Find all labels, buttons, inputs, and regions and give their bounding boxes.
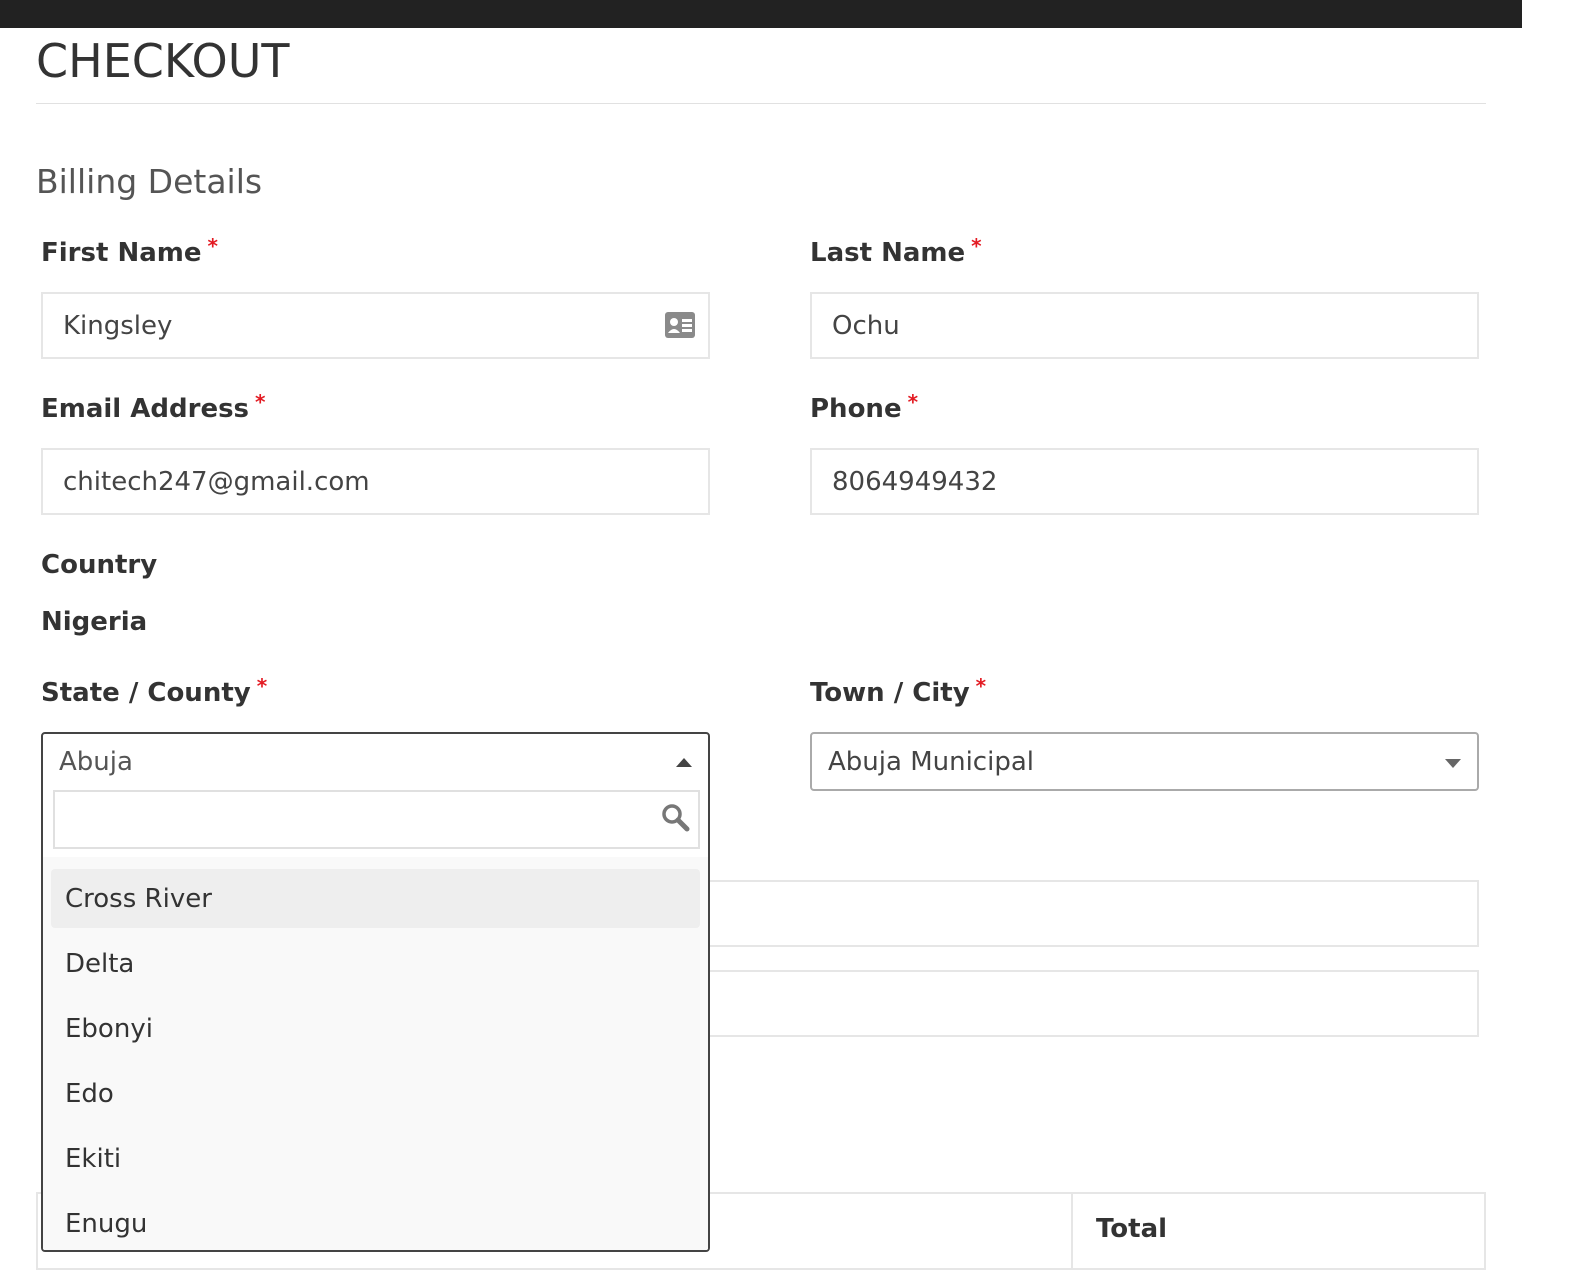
state-selected-value: Abuja <box>59 747 133 777</box>
state-search-input[interactable] <box>65 792 649 846</box>
top-bar-gap <box>1522 0 1590 28</box>
required-mark: * <box>907 390 919 414</box>
country-label: Country <box>41 550 158 580</box>
first-name-label-text: First Name <box>41 238 202 268</box>
required-mark: * <box>975 674 987 698</box>
first-name-field[interactable]: Kingsley <box>41 292 710 359</box>
state-option[interactable]: Enugu <box>51 1194 700 1250</box>
town-label: Town / City * <box>810 674 986 708</box>
last-name-value: Ochu <box>832 310 900 341</box>
state-select-dropdown[interactable]: Abuja Cross River Delta Ebonyi Edo Ekiti… <box>41 732 710 1252</box>
state-select[interactable]: Abuja <box>43 734 708 790</box>
last-name-label-text: Last Name <box>810 238 966 268</box>
first-name-value: Kingsley <box>63 310 173 341</box>
first-name-label: First Name * <box>41 234 218 268</box>
required-mark: * <box>971 234 982 258</box>
email-label: Email Address * <box>41 390 266 424</box>
chevron-down-icon <box>1445 759 1461 768</box>
address-line-2-field[interactable] <box>700 970 1479 1037</box>
required-mark: * <box>207 234 218 258</box>
state-option[interactable]: Ekiti <box>51 1129 700 1188</box>
town-select[interactable]: Abuja Municipal <box>810 732 1479 791</box>
email-label-text: Email Address <box>41 394 250 424</box>
email-value: chitech247@gmail.com <box>63 466 370 497</box>
country-value: Nigeria <box>41 607 148 637</box>
phone-label-text: Phone <box>810 394 902 424</box>
state-option[interactable]: Cross River <box>51 869 700 928</box>
required-mark: * <box>256 674 268 698</box>
section-title: Billing Details <box>36 162 263 201</box>
address-line-1-field[interactable] <box>700 880 1479 947</box>
contact-card-icon[interactable] <box>664 311 696 339</box>
state-label-text: State / County <box>41 678 251 708</box>
town-label-text: Town / City <box>810 678 970 708</box>
page-title: CHECKOUT <box>36 34 290 88</box>
phone-value: 8064949432 <box>832 466 998 497</box>
top-bar <box>0 0 1522 28</box>
phone-label: Phone * <box>810 390 918 424</box>
table-column-divider <box>1071 1194 1073 1268</box>
state-search-box[interactable] <box>53 790 700 849</box>
last-name-field[interactable]: Ochu <box>810 292 1479 359</box>
state-option[interactable]: Edo <box>51 1064 700 1123</box>
town-selected-value: Abuja Municipal <box>828 746 1034 777</box>
title-divider <box>36 103 1486 104</box>
search-icon <box>662 804 690 832</box>
state-option[interactable]: Ebonyi <box>51 999 700 1058</box>
phone-field[interactable]: 8064949432 <box>810 448 1479 515</box>
email-field[interactable]: chitech247@gmail.com <box>41 448 710 515</box>
chevron-up-icon <box>676 758 692 767</box>
required-mark: * <box>255 390 266 414</box>
last-name-label: Last Name * <box>810 234 982 268</box>
state-options-list: Cross River Delta Ebonyi Edo Ekiti Enugu <box>43 857 708 1250</box>
state-option[interactable]: Delta <box>51 934 700 993</box>
state-label: State / County * <box>41 674 267 708</box>
total-column-header: Total <box>1096 1214 1168 1244</box>
